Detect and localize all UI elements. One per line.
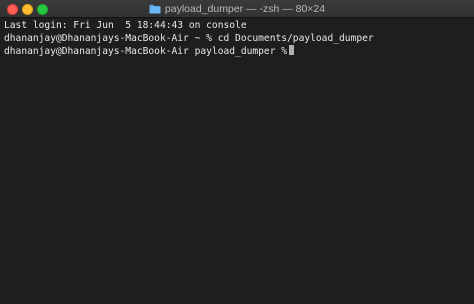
terminal-line-login: Last login: Fri Jun 5 18:44:43 on consol… xyxy=(4,20,247,31)
window-title-text: payload_dumper — -zsh — 80×24 xyxy=(164,2,326,15)
title-bar[interactable]: payload_dumper — -zsh — 80×24 xyxy=(0,0,474,18)
terminal-line-command: dhananjay@Dhananjays-MacBook-Air ~ % cd … xyxy=(4,33,374,44)
terminal-line-prompt[interactable]: dhananjay@Dhananjays-MacBook-Air payload… xyxy=(4,45,470,58)
text-cursor xyxy=(289,45,295,55)
terminal-output[interactable]: Last login: Fri Jun 5 18:44:43 on consol… xyxy=(4,19,470,304)
terminal-prompt-text: dhananjay@Dhananjays-MacBook-Air payload… xyxy=(4,46,288,57)
window-title: payload_dumper — -zsh — 80×24 xyxy=(0,0,474,17)
folder-icon xyxy=(149,4,161,13)
terminal-window: payload_dumper — -zsh — 80×24 Last login… xyxy=(0,0,474,304)
